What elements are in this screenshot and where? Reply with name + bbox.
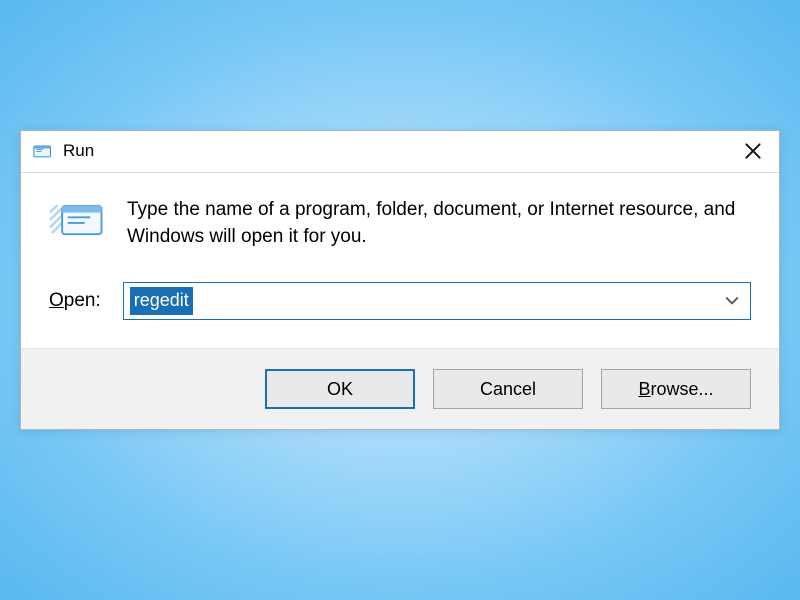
run-dialog-window: Run Type the name of a program, folder, … (20, 130, 780, 430)
open-accelerator: O (49, 290, 64, 311)
browse-button[interactable]: Browse... (601, 369, 751, 409)
browse-accelerator: B (638, 379, 650, 400)
combobox-dropdown-button[interactable] (722, 296, 742, 306)
ok-button[interactable]: OK (265, 369, 415, 409)
titlebar: Run (21, 131, 779, 173)
button-row: OK Cancel Browse... (21, 348, 779, 429)
chevron-down-icon (725, 296, 739, 306)
open-label: Open: (49, 290, 101, 312)
open-row: Open: regedit (49, 282, 751, 320)
hero-row: Type the name of a program, folder, docu… (49, 197, 751, 250)
command-input[interactable]: regedit (130, 287, 193, 314)
open-combobox[interactable]: regedit (123, 282, 751, 320)
close-button[interactable] (739, 137, 767, 165)
run-icon-large (49, 197, 109, 245)
close-icon (745, 143, 761, 159)
cancel-button[interactable]: Cancel (433, 369, 583, 409)
dialog-body: Type the name of a program, folder, docu… (21, 173, 779, 348)
run-icon-small (33, 143, 53, 159)
dialog-description: Type the name of a program, folder, docu… (127, 197, 751, 250)
window-title: Run (63, 141, 94, 161)
